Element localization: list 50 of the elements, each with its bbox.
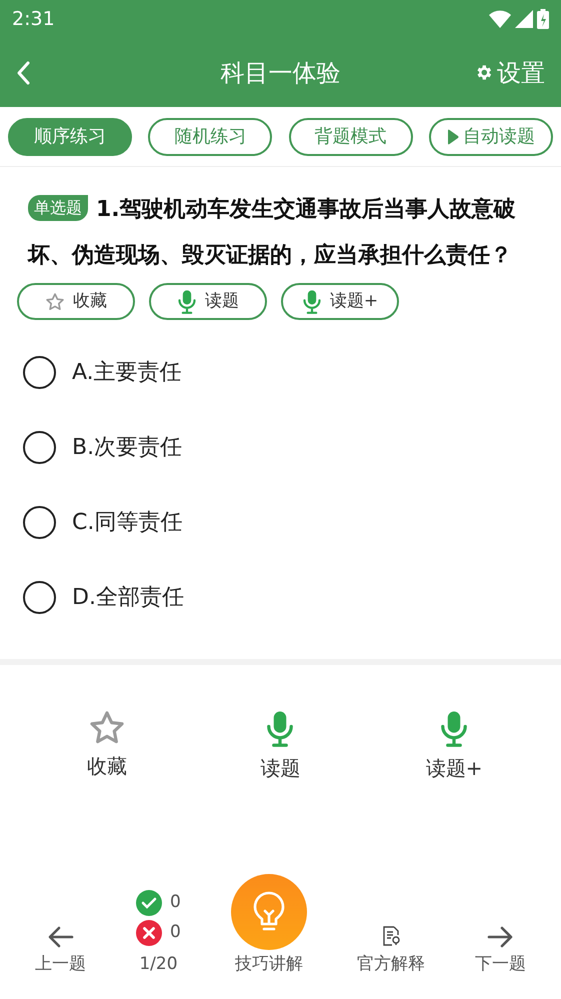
microphone-icon (177, 288, 197, 314)
radio-button[interactable] (23, 431, 56, 464)
lightbulb-icon (230, 874, 307, 950)
option-label: C.同等责任 (72, 509, 182, 537)
wifi-icon (489, 10, 511, 28)
progress-counter: 1/20 (139, 952, 178, 976)
microphone-icon (439, 709, 470, 749)
radio-button[interactable] (23, 506, 56, 539)
next-button[interactable]: 下一题 (474, 926, 526, 977)
answer-option[interactable]: A.主要责任 (23, 335, 538, 410)
radio-button[interactable] (23, 581, 56, 614)
previous-button[interactable]: 上一题 (35, 926, 86, 977)
favorite-button[interactable]: 收藏 (46, 709, 167, 783)
play-icon (446, 128, 459, 144)
mode-tab[interactable]: 顺序练习 (8, 118, 132, 156)
mode-tab[interactable]: 自动读题 (428, 118, 553, 156)
correct-count: 0 (170, 890, 181, 914)
read-aloud-button[interactable]: 读题+ (281, 283, 399, 320)
answer-option[interactable]: B.次要责任 (23, 410, 538, 485)
star-icon (45, 292, 65, 312)
signal-icon (515, 10, 533, 28)
microphone-icon (265, 709, 296, 749)
arrow-right-icon (487, 926, 514, 948)
back-icon[interactable] (16, 60, 32, 86)
option-label: D.全部责任 (72, 584, 184, 612)
read-aloud-button[interactable]: 读题 (149, 283, 267, 320)
correct-icon (136, 890, 162, 916)
mode-tab[interactable]: 背题模式 (288, 118, 413, 156)
document-icon (382, 926, 400, 946)
official-explanation-button[interactable]: 官方解释 (356, 926, 425, 977)
favorite-button[interactable]: 收藏 (17, 283, 135, 320)
tips-button[interactable]: 技巧讲解 (230, 874, 307, 977)
read-aloud-button[interactable]: 读题 (220, 709, 340, 783)
question-text: 单选题 1.驾驶机动车发生交通事故后当事人故意破坏、伪造现场、毁灭证据的，应当承担什么责任？ (28, 194, 517, 270)
mode-tab[interactable]: 随机练习 (148, 118, 272, 156)
battery-icon (537, 9, 549, 29)
option-label: A.主要责任 (72, 359, 182, 387)
answer-option[interactable]: D.全部责任 (23, 560, 538, 635)
question-type-badge: 单选题 (28, 195, 88, 221)
read-aloud-button[interactable]: 读题+ (394, 709, 514, 783)
radio-button[interactable] (23, 356, 56, 389)
option-label: B.次要责任 (72, 434, 182, 462)
settings-button[interactable]: 设置 (474, 54, 545, 90)
wrong-icon (136, 920, 162, 946)
answer-option[interactable]: C.同等责任 (23, 485, 538, 560)
window-title: 科目一体验 (220, 58, 340, 88)
arrow-left-icon (48, 926, 74, 948)
wrong-count: 0 (170, 920, 181, 944)
microphone-icon (302, 288, 322, 314)
status-time: 2:31 (12, 6, 55, 32)
